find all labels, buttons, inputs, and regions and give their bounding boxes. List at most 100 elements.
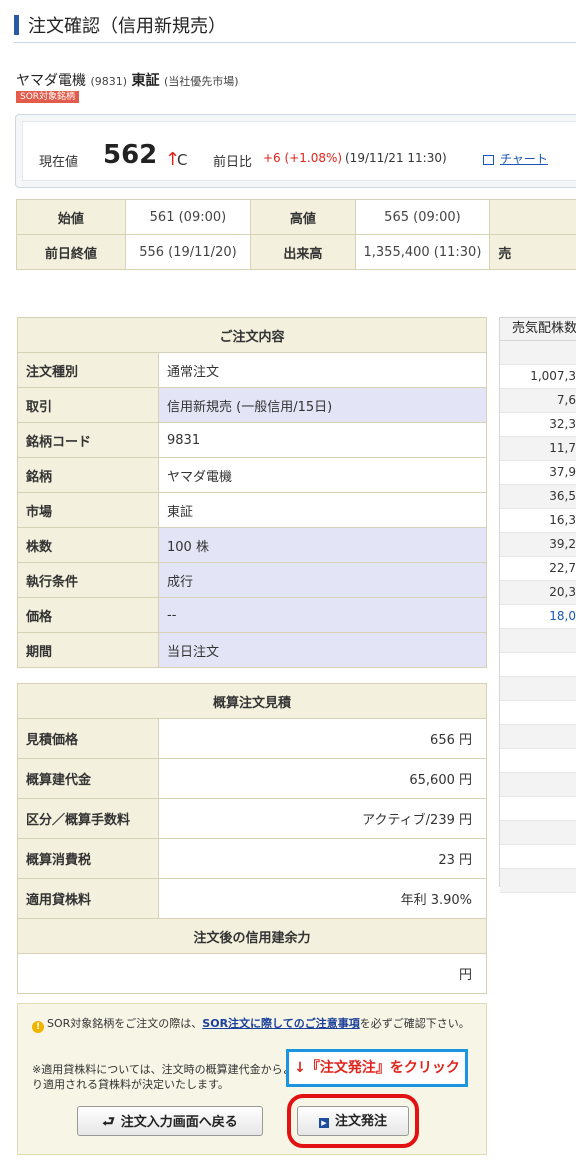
board-row [500,749,576,773]
row-label: 執行条件 [17,562,159,598]
row-label: 概算建代金 [17,758,159,799]
order-board-panel: 売気配株数 1,007,3 7,6 32,3 11,7 37,9 36,5 16,3 39,2… [499,317,576,893]
price-flag: C [177,151,188,169]
board-row: 22,7 [500,557,576,581]
board-row: 36,5 [500,485,576,509]
current-price-label: 現在値 [39,155,79,170]
high-value: 565 (09:00) [354,199,491,235]
sell-quantity-value: 20,3 [549,585,576,599]
high-label: 高値 [250,199,356,235]
price-panel: 現在値 562 ↑ C 前日比 +6 (+1.08%) (19/11/21 11… [15,114,576,188]
sor-caution-link[interactable]: SOR注文に際してのご注意事項 [202,1017,359,1030]
board-row [500,677,576,701]
volume-label: 出来高 [250,234,356,270]
row-value: 東証 [158,492,487,528]
row-label: 概算消費税 [17,838,159,879]
table-row: 銘柄コード 9831 [17,422,487,458]
quote-row: 始値 561 (09:00) 高値 565 (09:00) [16,199,576,235]
table-row: 執行条件 成行 [17,562,487,598]
table-row: 株数 100 株 [17,527,487,563]
row-value: 65,600 円 [158,758,487,799]
row-label: 株数 [17,527,159,563]
row-value: -- [158,597,487,633]
board-row [500,845,576,869]
table-row: 市場 東証 [17,492,487,528]
sell-quantity-value: 16,3 [549,513,576,527]
row-value: 年利 3.90% [158,878,487,919]
row-value: 当日注文 [158,632,487,668]
row-label: 区分／概算手数料 [17,798,159,839]
table-row: 注文種別 通常注文 [17,352,487,388]
window-icon [483,154,494,165]
place-order-button[interactable]: ▶ 注文発注 [297,1106,409,1136]
board-row: 37,9 [500,461,576,485]
back-to-order-entry-button[interactable]: ⮐ 注文入力画面へ戻る [77,1106,263,1136]
open-label: 始値 [16,199,126,235]
row-value: 通常注文 [158,352,487,388]
place-order-label: 注文発注 [334,1114,387,1129]
board-row: 16,3 [500,509,576,533]
table-row: 概算消費税 23 円 [17,838,487,879]
table-row: 区分／概算手数料 アクティブ/239 円 [17,798,487,839]
diff-value: +6 (+1.08%) [263,151,343,165]
sell-quantity-value: 7,6 [556,393,576,407]
title-marker [14,15,19,35]
row-label: 適用貸株料 [17,878,159,919]
board-row: 39,2 [500,533,576,557]
chart-link[interactable]: チャート [483,150,548,167]
quote-row: 前日終値 556 (19/11/20) 出来高 1,355,400 (11:30… [16,234,576,270]
row-value: 23 円 [158,838,487,879]
board-row: 1,007,3 [500,365,576,389]
sell-quantity-value: 18,0 [549,609,576,623]
warning-icon: ! [32,1021,44,1033]
board-row: 20,3 [500,581,576,605]
row-label: 銘柄コード [17,422,159,458]
quote-extra-header [489,199,576,235]
board-row [500,773,576,797]
board-row [500,797,576,821]
sell-quantity-header: 売気配株数 [500,318,576,341]
table-row: 取引 信用新規売 (一般信用/15日) [17,387,487,423]
prev-close-value: 556 (19/11/20) [124,234,252,270]
lending-fee-notice: ※適用貸株料については、注文時の概算建代金からより適用される貸株料が決定いたしま… [32,1063,294,1091]
row-value: アクティブ/239 円 [158,798,487,839]
board-row [500,869,576,893]
sell-quantity-value: 32,3 [549,417,576,431]
back-button-label: 注文入力画面へ戻る [120,1115,238,1130]
current-price-value: 562 [103,140,158,170]
margin-caption: 注文後の信用建余力 [17,918,487,954]
table-row: 適用貸株料 年利 3.90% [17,878,487,919]
notice-text: を必ずご確認下さい。 [359,1017,470,1030]
sell-quantity-value: 1,007,3 [530,369,576,383]
table-row: 価格 -- [17,597,487,633]
notice-text: SOR対象銘柄をご注文の際は、 [47,1017,203,1030]
board-row [500,821,576,845]
diff-label: 前日比 [213,155,253,170]
board-row [500,701,576,725]
row-value: 9831 [158,422,487,458]
board-row: 32,3 [500,413,576,437]
row-label: 注文種別 [17,352,159,388]
stock-name: ヤマダ電機 [16,73,86,89]
sell-quantity-value: 11,7 [549,441,576,455]
margin-value: 円 [17,953,487,994]
order-details-caption: ご注文内容 [17,317,487,353]
table-row: 概算建代金 65,600 円 [17,758,487,799]
row-value: 信用新規売 (一般信用/15日) [158,387,487,423]
table-row: 見積価格 656 円 [17,718,487,759]
chart-link-label: チャート [500,152,548,166]
row-label: 見積価格 [17,718,159,759]
stock-code: (9831) [90,75,128,88]
price-time: (19/11/21 11:30) [345,151,447,165]
row-label: 市場 [17,492,159,528]
stock-market: 東証 [131,73,160,89]
sor-badge: SOR対象銘柄 [16,91,80,103]
sell-label: 売 [489,234,576,270]
instruction-callout: ↓『注文発注』をクリック [286,1049,468,1087]
sell-quantity-value: 22,7 [549,561,576,575]
row-label: 期間 [17,632,159,668]
open-value: 561 (09:00) [124,199,252,235]
estimate-table: 概算注文見積 見積価格 656 円 概算建代金 65,600 円 区分／概算手数料ア… [17,683,487,994]
board-row: 7,6 [500,389,576,413]
row-label: 価格 [17,597,159,633]
